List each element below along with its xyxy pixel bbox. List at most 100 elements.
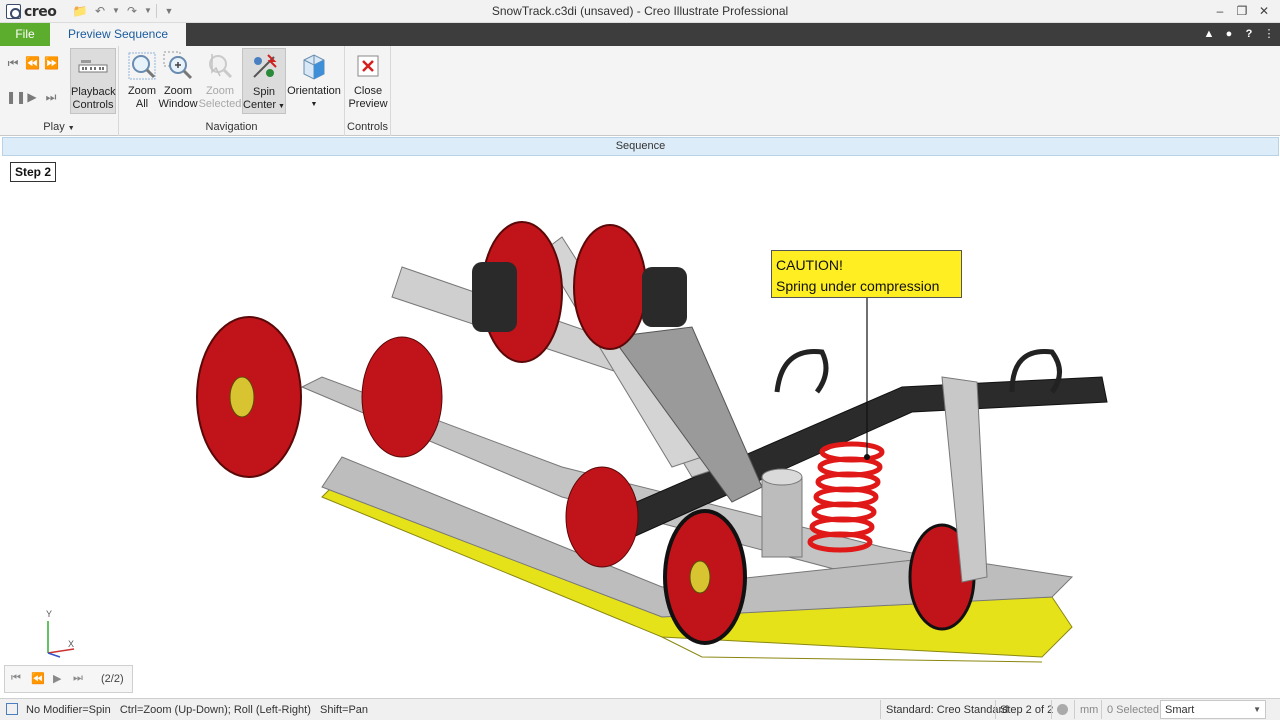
sequence-bar[interactable]: Sequence xyxy=(2,137,1279,156)
restore-icon[interactable]: ❐ xyxy=(1232,2,1252,20)
previous-step-icon[interactable]: ⏪ xyxy=(25,56,40,70)
triad-y-label: Y xyxy=(46,609,52,619)
axis-triad: Y X xyxy=(46,609,75,658)
tab-preview-sequence[interactable]: Preview Sequence xyxy=(50,23,186,46)
customize-qat-icon[interactable]: ▼ xyxy=(161,3,177,19)
spin-center-icon xyxy=(248,51,280,83)
close-preview-label-1: Close xyxy=(353,85,383,97)
user-icon[interactable]: ● xyxy=(1222,26,1236,42)
compressed-spring xyxy=(807,441,885,553)
status-divider xyxy=(1101,700,1102,719)
more-icon[interactable]: ⋮ xyxy=(1262,26,1276,42)
zoom-selected-label-2: Selected xyxy=(198,98,242,110)
navigation-group: Zoom All Zoom Window Zoom Selected Spin … xyxy=(119,46,345,136)
collapse-ribbon-icon[interactable]: ▲ xyxy=(1202,26,1216,42)
zoom-window-icon xyxy=(162,50,194,82)
selection-filter-dropdown[interactable]: Smart ▼ xyxy=(1160,700,1266,719)
close-preview-button[interactable]: Close Preview xyxy=(345,48,391,114)
play-dropdown-icon: ▼ xyxy=(67,125,75,132)
pause-icon[interactable]: ❚❚ xyxy=(6,90,26,104)
orientation-button[interactable]: Orientation ▼ xyxy=(287,48,341,114)
caution-text: Spring under compression xyxy=(776,278,940,294)
playback-controls-label-2: Controls xyxy=(72,99,114,111)
tab-file[interactable]: File xyxy=(0,23,50,46)
selection-filter-value: Smart xyxy=(1165,704,1195,716)
spin-center-label-2: Center xyxy=(243,99,277,111)
window-controls: – ❐ ✕ xyxy=(1210,2,1274,20)
units-label: mm xyxy=(1080,704,1099,716)
mini-previous-step-icon[interactable]: ⏪ xyxy=(31,672,45,685)
status-divider xyxy=(1051,700,1052,719)
orientation-dropdown-icon: ▼ xyxy=(310,101,318,108)
zoom-window-label-1: Zoom xyxy=(163,85,193,97)
separator xyxy=(156,4,157,18)
step-label: Step 2 xyxy=(10,162,57,182)
3d-viewport[interactable]: Step 2 CAUTION! Spring under compression… xyxy=(2,157,1279,697)
close-preview-label-2: Preview xyxy=(348,98,388,110)
playback-controls-label-1: Playback xyxy=(71,86,116,98)
triad-x-label: X xyxy=(68,639,74,649)
mini-playback-controls: ⏮ ⏪ ▶ ⏭ (2/2) xyxy=(4,665,133,693)
spin-center-dropdown-icon: ▼ xyxy=(276,103,285,110)
orientation-icon xyxy=(298,50,330,82)
caution-title: CAUTION! xyxy=(776,257,843,273)
ribbon-tab-bar: File Preview Sequence ▲ ● ? ⋮ xyxy=(0,23,1280,46)
logo-text: creo xyxy=(24,3,57,20)
play-icon[interactable]: ▶ xyxy=(25,90,39,104)
selected-count: 0 Selected xyxy=(1107,704,1159,716)
status-divider xyxy=(880,700,881,719)
spin-center-label-row: Center ▼ xyxy=(243,99,285,113)
creo-logo-icon xyxy=(6,4,21,19)
status-divider xyxy=(1074,700,1075,719)
title-bar: creo 📁 ↶ ▼ ↷ ▼ ▼ SnowTrack.c3di (unsaved… xyxy=(0,0,1280,23)
undo-icon[interactable]: ↶ xyxy=(92,3,108,19)
creo-logo: creo xyxy=(6,3,57,20)
playback-controls-button[interactable]: Playback Controls xyxy=(70,48,116,114)
controls-group-label: Controls xyxy=(347,121,388,133)
tab-bar-icons: ▲ ● ? ⋮ xyxy=(1202,26,1276,42)
mini-last-step-icon[interactable]: ⏭ xyxy=(73,672,83,685)
mouse-hint: No Modifier=Spin Ctrl=Zoom (Up-Down); Ro… xyxy=(26,704,369,716)
status-bar: No Modifier=Spin Ctrl=Zoom (Up-Down); Ro… xyxy=(0,698,1280,720)
zoom-window-label-2: Window xyxy=(158,98,198,110)
close-preview-icon xyxy=(352,50,384,82)
status-divider xyxy=(995,700,996,719)
next-step-icon[interactable]: ⏩ xyxy=(44,56,59,70)
standard-label: Standard: Creo Standard xyxy=(886,704,1009,716)
redo-dropdown-icon[interactable]: ▼ xyxy=(144,3,152,19)
controls-group: Close Preview Controls xyxy=(345,46,391,136)
step-of-label: Step 2 of 2 xyxy=(1000,704,1054,716)
last-step-icon[interactable]: ⏭ xyxy=(44,90,58,105)
zoom-selected-icon xyxy=(204,50,236,82)
zoom-all-icon xyxy=(126,50,158,82)
play-group: ⏮ ⏪ ⏩ ❚❚ ▶ ⏭ Playback Controls Play ▼ xyxy=(0,46,119,136)
play-group-label[interactable]: Play ▼ xyxy=(0,121,118,133)
spin-center-button[interactable]: Spin Center ▼ xyxy=(242,48,286,114)
caution-callout[interactable]: CAUTION! Spring under compression xyxy=(771,250,962,298)
orientation-label: Orientation xyxy=(287,85,341,97)
mini-play-icon[interactable]: ▶ xyxy=(53,672,61,685)
zoom-selected-label-1: Zoom xyxy=(205,85,235,97)
quick-access-toolbar: 📁 ↶ ▼ ↷ ▼ ▼ xyxy=(72,3,177,19)
help-icon[interactable]: ? xyxy=(1242,26,1256,42)
close-icon[interactable]: ✕ xyxy=(1254,2,1274,20)
chevron-down-icon: ▼ xyxy=(1253,705,1261,714)
open-folder-icon[interactable]: 📁 xyxy=(72,3,88,19)
undo-dropdown-icon[interactable]: ▼ xyxy=(112,3,120,19)
ribbon: ⏮ ⏪ ⏩ ❚❚ ▶ ⏭ Playback Controls Play ▼ Zo… xyxy=(0,46,1280,136)
snowmobile-suspension-model[interactable] xyxy=(2,157,1279,697)
zoom-window-button[interactable]: Zoom Window xyxy=(155,48,201,114)
navigation-group-label: Navigation xyxy=(205,121,258,133)
playback-controls-icon xyxy=(77,51,109,83)
status-circle-icon xyxy=(1057,704,1068,715)
play-group-text: Play xyxy=(43,121,65,133)
minimize-icon[interactable]: – xyxy=(1210,2,1230,20)
step-counter: (2/2) xyxy=(101,673,124,685)
redo-icon[interactable]: ↷ xyxy=(124,3,140,19)
spin-center-label-1: Spin xyxy=(252,86,276,98)
first-step-icon[interactable]: ⏮ xyxy=(6,56,20,71)
mini-first-step-icon[interactable]: ⏮ xyxy=(11,672,21,685)
zoom-selected-button[interactable]: Zoom Selected xyxy=(197,48,243,114)
message-icon[interactable] xyxy=(6,703,18,715)
window-title: SnowTrack.c3di (unsaved) - Creo Illustra… xyxy=(491,4,789,18)
